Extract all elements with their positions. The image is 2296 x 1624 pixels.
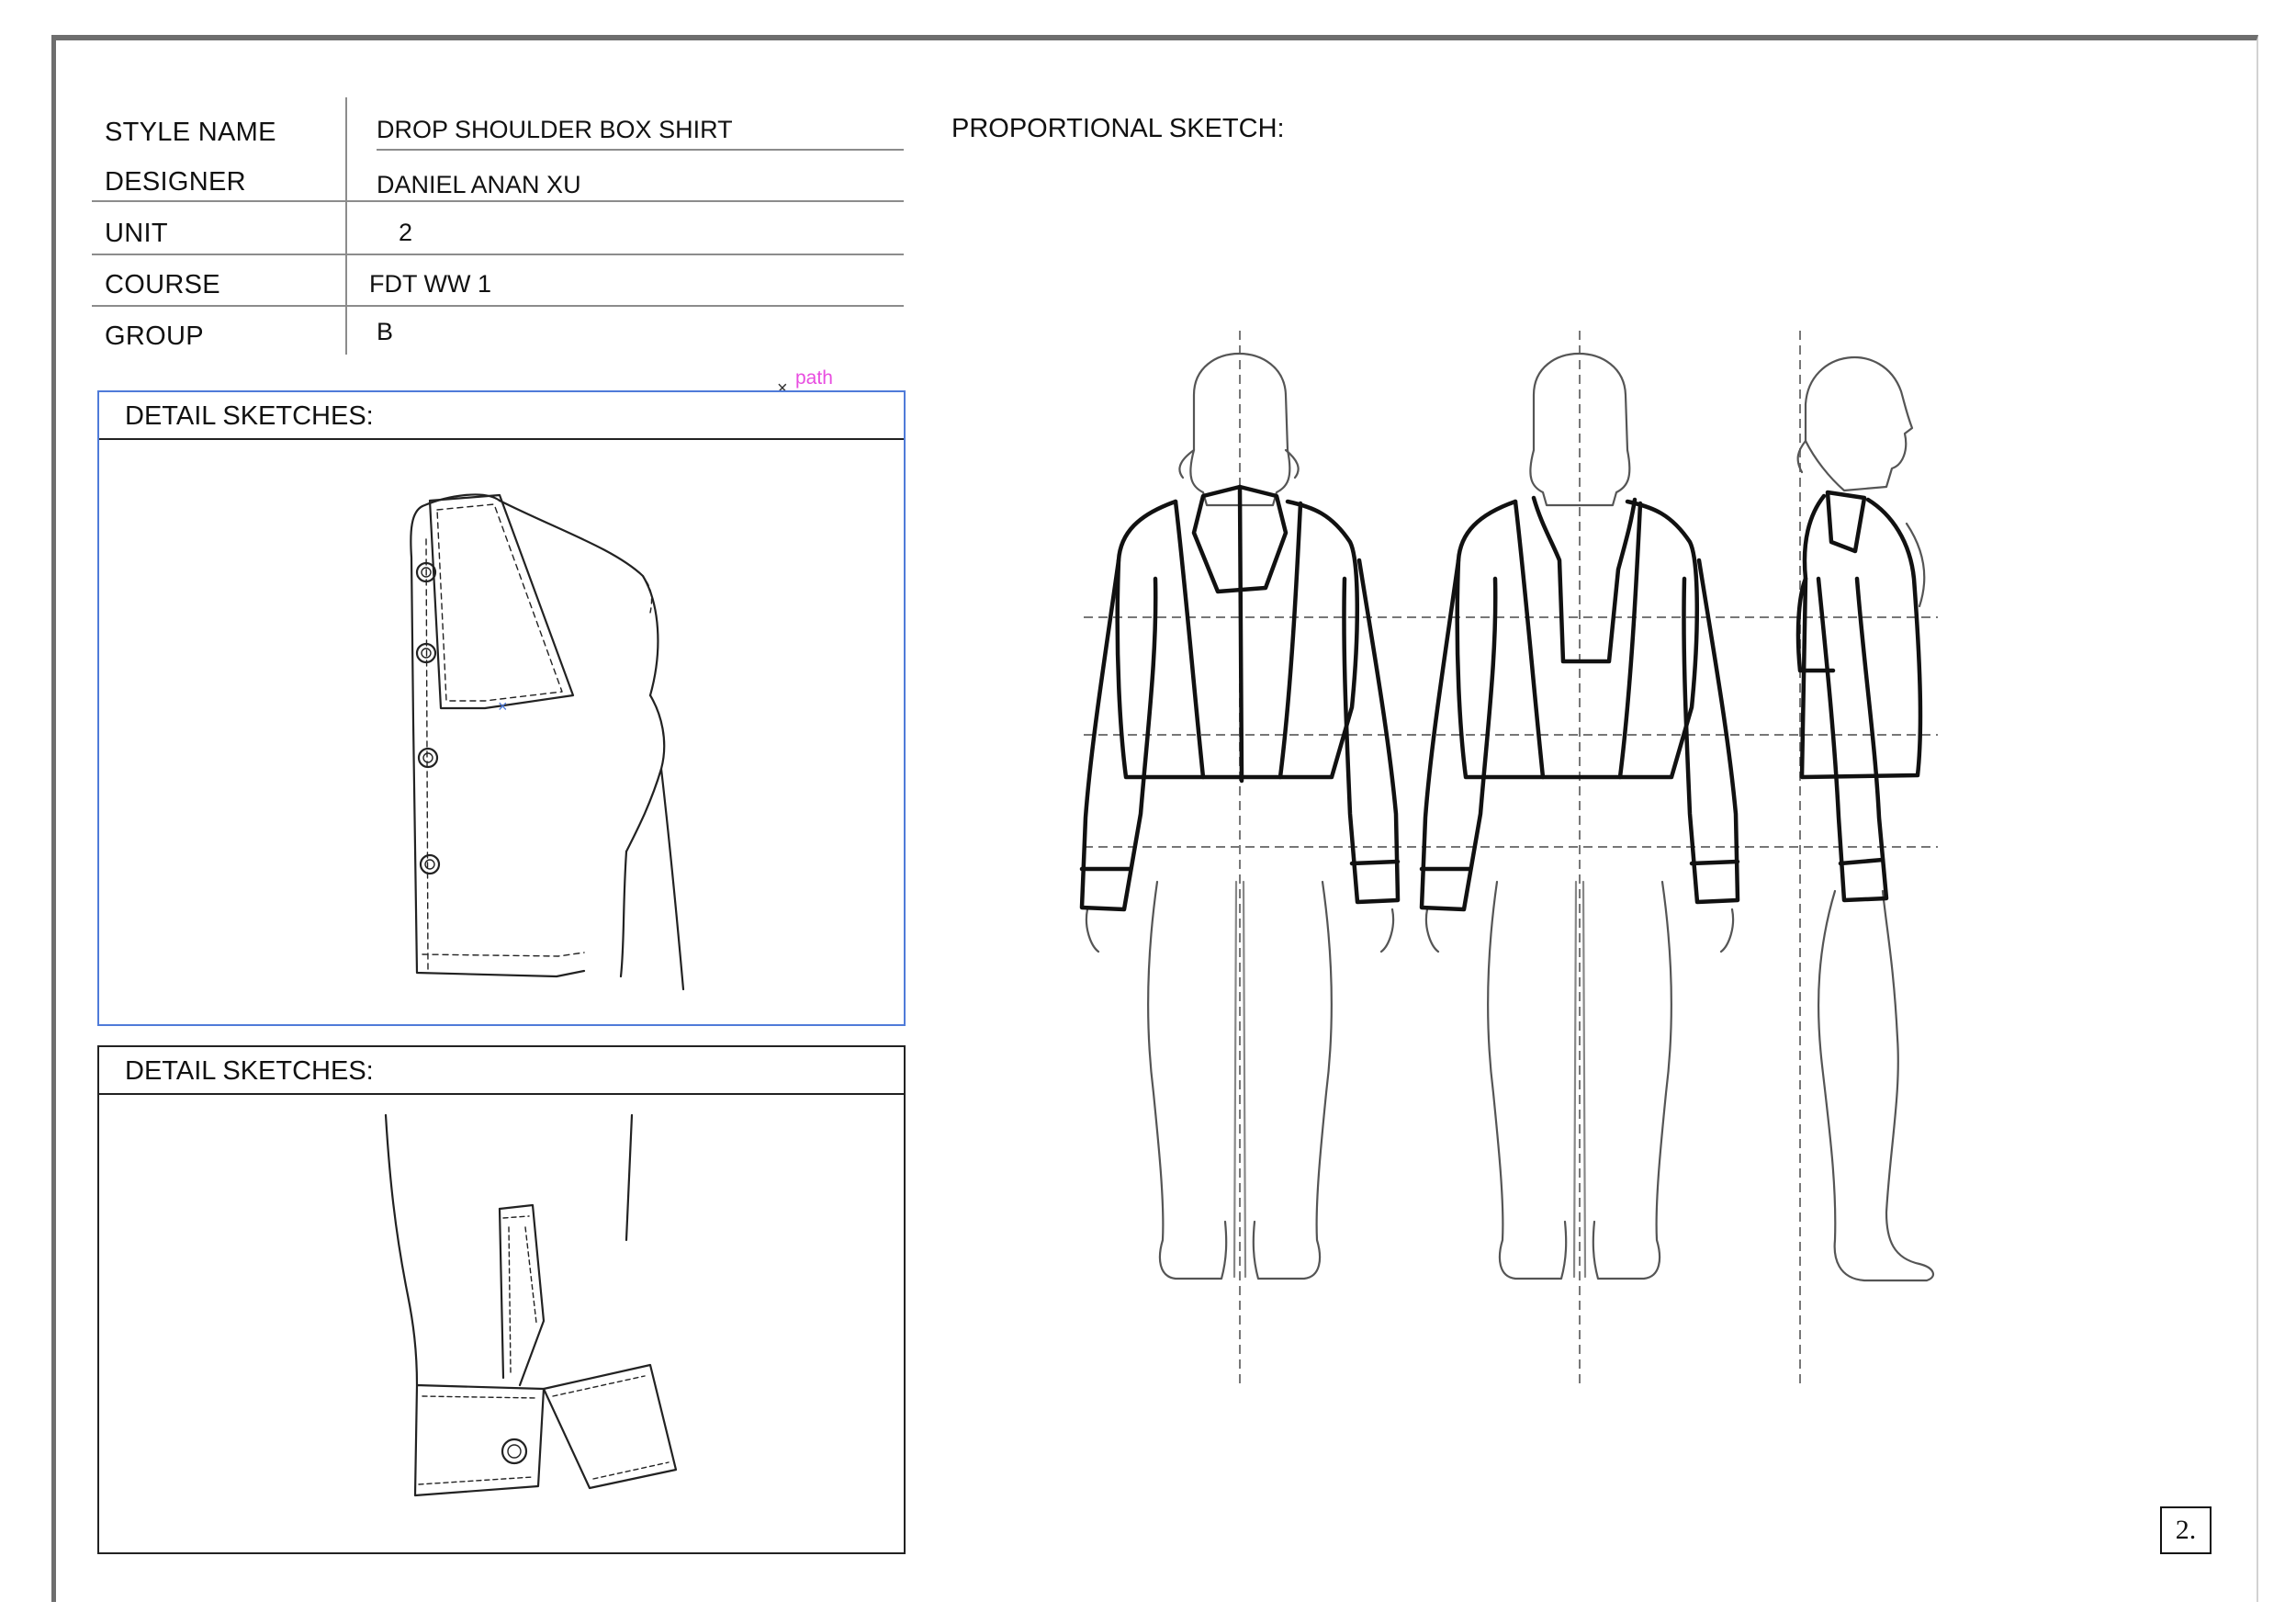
row-value: DROP SHOULDER BOX SHIRT — [377, 116, 733, 143]
row-rule — [92, 254, 904, 255]
row-value: B — [377, 318, 394, 345]
row-rule — [92, 305, 904, 307]
row-label: STYLE NAME — [105, 118, 276, 147]
table-row: UNIT 2 — [92, 208, 904, 259]
proportional-sketch-title: PROPORTIONAL SKETCH: — [951, 114, 1285, 143]
svg-text:×: × — [498, 697, 508, 716]
row-label: DESIGNER — [105, 167, 246, 197]
row-value: DANIEL ANAN XU — [377, 171, 581, 198]
row-label: GROUP — [105, 321, 204, 351]
row-rule — [377, 149, 904, 151]
table-row: COURSE FDT WW 1 — [92, 259, 904, 310]
row-value: 2 — [399, 219, 413, 246]
proportional-sketch-figures — [1079, 331, 1938, 1387]
collar-placket-drawing: × — [410, 493, 685, 991]
cuff-placket-drawing — [384, 1113, 678, 1497]
side-view-figure — [1795, 355, 1935, 1282]
detail-sketch-panel-collar[interactable]: DETAIL SKETCHES: × — [97, 390, 906, 1026]
page-number: 2. — [2160, 1506, 2212, 1554]
annotation-label: path — [795, 367, 833, 389]
row-value: FDT WW 1 — [369, 270, 491, 298]
detail-sketch-panel-cuff[interactable]: DETAIL SKETCHES: — [97, 1045, 906, 1554]
style-info-table: STYLE NAME DROP SHOULDER BOX SHIRT DESIG… — [92, 97, 904, 358]
row-label: COURSE — [105, 270, 220, 299]
row-label: UNIT — [105, 219, 168, 248]
row-rule — [92, 200, 904, 202]
table-row: GROUP B — [92, 310, 904, 362]
